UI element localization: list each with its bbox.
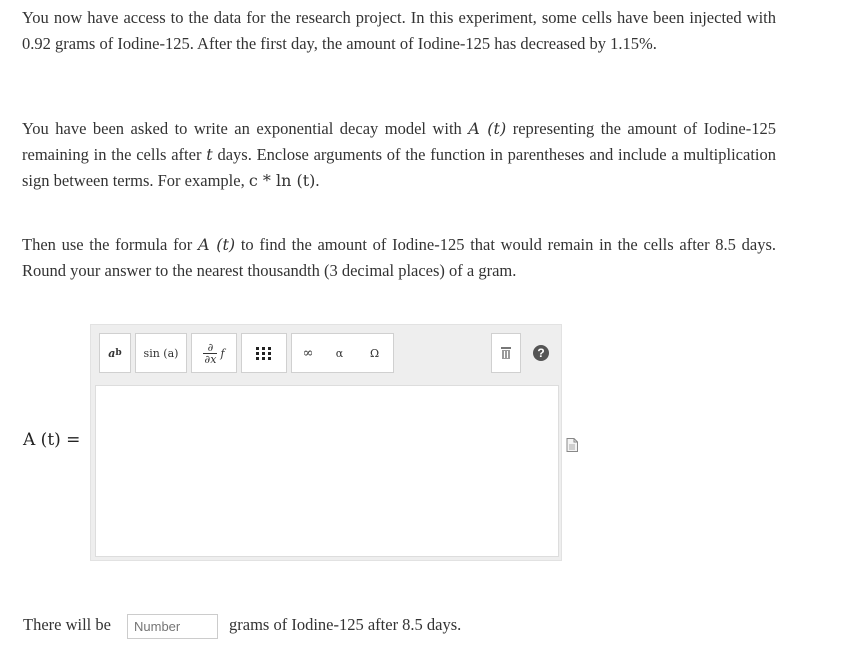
instructions-paragraph: You have been asked to write an exponent…: [22, 116, 776, 194]
rounding-paragraph: Then use the formula for A (t) to find t…: [22, 232, 776, 284]
omega-button[interactable]: Ω: [356, 333, 394, 373]
derivative-denominator: ∂x: [204, 352, 217, 366]
infinity-button[interactable]: ∞: [291, 333, 325, 373]
matrix-icon: [256, 346, 272, 360]
example-expression: c * ln (t): [248, 171, 316, 190]
derivative-f: f: [220, 346, 225, 360]
alpha-button[interactable]: α: [323, 333, 357, 373]
trash-icon[interactable]: [491, 333, 521, 373]
rounding-text-1: Then use the formula for: [22, 235, 198, 254]
function-notation: A (t): [468, 119, 507, 138]
derivative-button[interactable]: ∂ ∂x f: [191, 333, 237, 373]
instructions-text-4: .: [315, 171, 320, 190]
help-icon: ?: [533, 345, 549, 361]
answer-prefix: There will be: [23, 615, 111, 634]
intro-paragraph: You now have access to the data for the …: [22, 8, 776, 53]
instructions-text-1: You have been asked to write an exponent…: [22, 119, 469, 138]
derivative-fraction: ∂ ∂x: [203, 340, 218, 366]
matrix-button[interactable]: [241, 333, 287, 373]
trash-glyph: [501, 347, 511, 359]
power-button[interactable]: ab: [99, 333, 131, 373]
math-toolbar: ab sin (a) ∂ ∂x f ∞ α Ω ?: [95, 329, 557, 379]
power-base: a: [108, 346, 116, 360]
math-editor: ab sin (a) ∂ ∂x f ∞ α Ω ?: [90, 324, 562, 561]
number-input[interactable]: [127, 614, 218, 639]
document-icon[interactable]: [566, 438, 578, 452]
expression-input[interactable]: [95, 385, 559, 557]
function-notation-2: A (t): [198, 235, 236, 254]
sin-button[interactable]: sin (a): [135, 333, 187, 373]
power-exponent: b: [115, 348, 122, 358]
help-button[interactable]: ?: [525, 333, 557, 373]
derivative-numerator: ∂: [207, 340, 214, 354]
answer-suffix: grams of Iodine-125 after 8.5 days.: [229, 615, 462, 634]
function-label: A (t) =: [23, 430, 81, 450]
